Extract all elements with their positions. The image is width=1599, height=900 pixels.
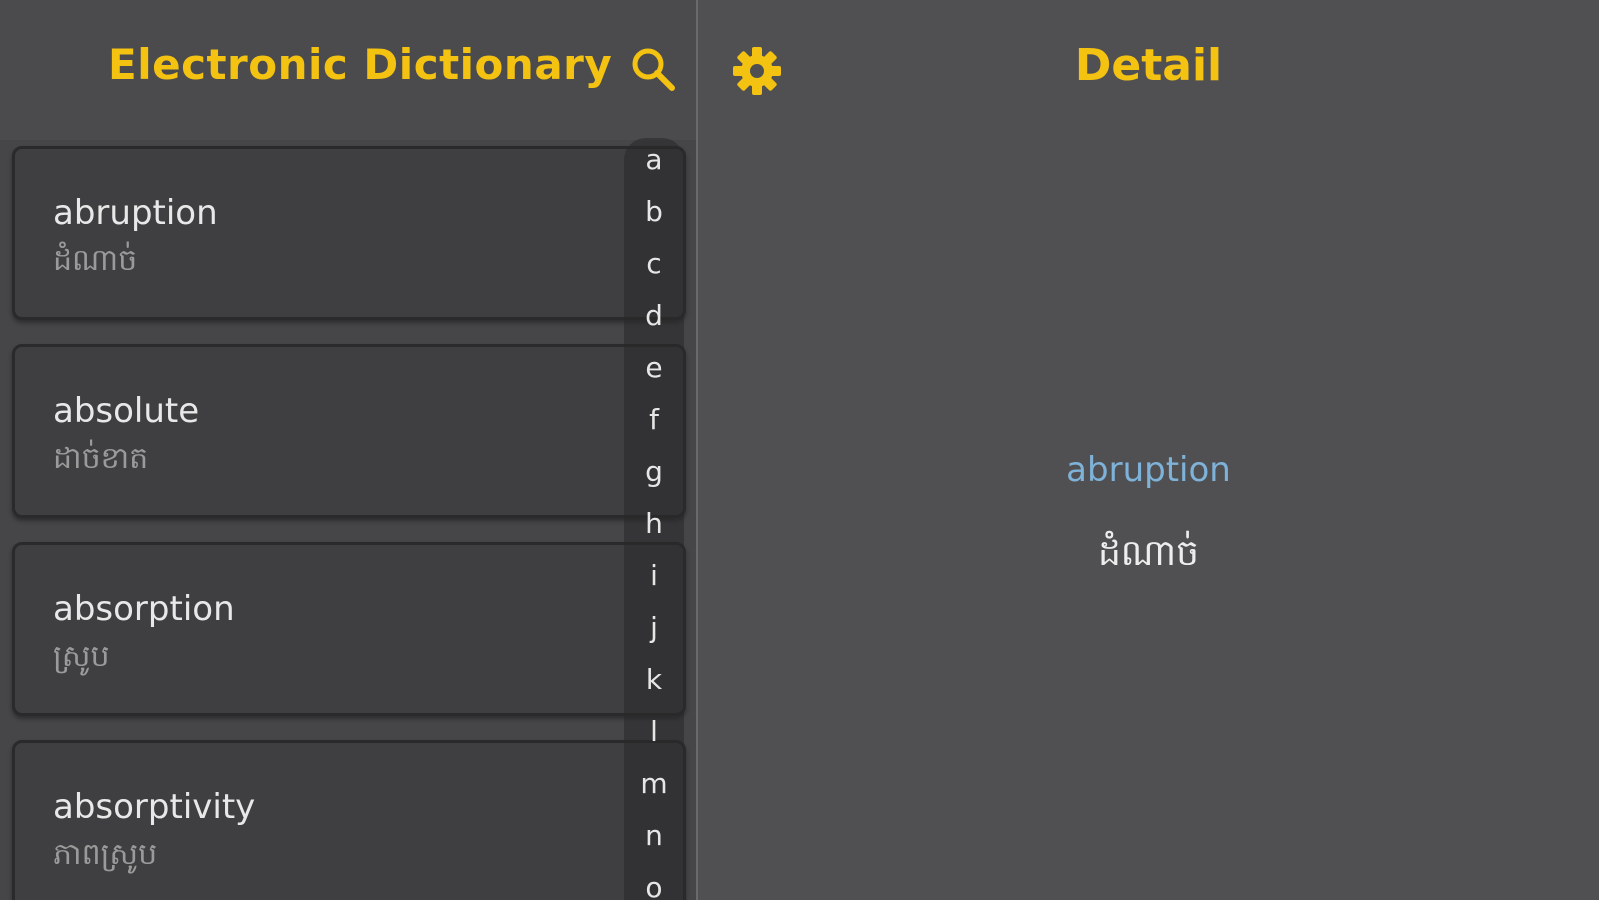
app-window: Electronic Dictionary abruption ដំណាច់ a… bbox=[0, 0, 1599, 900]
index-letter-i[interactable]: i bbox=[624, 562, 684, 590]
index-letter-c[interactable]: c bbox=[624, 250, 684, 278]
index-letter-f[interactable]: f bbox=[624, 406, 684, 434]
alphabet-index-bar[interactable]: a b c d e f g h i j k l m n o bbox=[624, 138, 684, 900]
word-card[interactable]: absorption ស្រូប bbox=[12, 542, 686, 716]
index-letter-k[interactable]: k bbox=[624, 666, 684, 694]
detail-title: Detail bbox=[1074, 40, 1223, 91]
index-letter-e[interactable]: e bbox=[624, 354, 684, 382]
word-text: absolute bbox=[53, 391, 200, 431]
app-title: Electronic Dictionary bbox=[108, 40, 613, 89]
word-text: abruption bbox=[53, 193, 218, 233]
word-text: absorptivity bbox=[53, 787, 256, 827]
index-letter-m[interactable]: m bbox=[624, 770, 684, 798]
index-letter-g[interactable]: g bbox=[624, 458, 684, 486]
index-letter-n[interactable]: n bbox=[624, 822, 684, 850]
index-letter-b[interactable]: b bbox=[624, 198, 684, 226]
word-meaning: ដំណាច់ bbox=[53, 243, 138, 278]
search-icon bbox=[632, 48, 675, 91]
index-letter-a[interactable]: a bbox=[624, 146, 684, 174]
word-list-pane: Electronic Dictionary abruption ដំណាច់ a… bbox=[0, 0, 696, 900]
search-button[interactable] bbox=[628, 44, 678, 94]
detail-meaning: ដំណាច់ bbox=[1097, 533, 1200, 574]
detail-word: abruption bbox=[1066, 450, 1231, 490]
list-header: Electronic Dictionary bbox=[0, 0, 696, 140]
index-letter-h[interactable]: h bbox=[624, 510, 684, 538]
word-card[interactable]: abruption ដំណាច់ bbox=[12, 146, 686, 320]
word-meaning: ស្រូប bbox=[53, 639, 110, 674]
index-letter-d[interactable]: d bbox=[624, 302, 684, 330]
word-card[interactable]: absolute ដាច់ខាត bbox=[12, 344, 686, 518]
word-meaning: ភាពស្រូប bbox=[53, 837, 158, 872]
index-letter-l[interactable]: l bbox=[624, 718, 684, 746]
word-list: abruption ដំណាច់ absolute ដាច់ខាត absorp… bbox=[12, 146, 686, 900]
index-letter-o[interactable]: o bbox=[624, 874, 684, 900]
index-letter-j[interactable]: j bbox=[624, 614, 684, 642]
word-meaning: ដាច់ខាត bbox=[53, 441, 149, 476]
word-text: absorption bbox=[53, 589, 235, 629]
word-card[interactable]: absorptivity ភាពស្រូប bbox=[12, 740, 686, 900]
